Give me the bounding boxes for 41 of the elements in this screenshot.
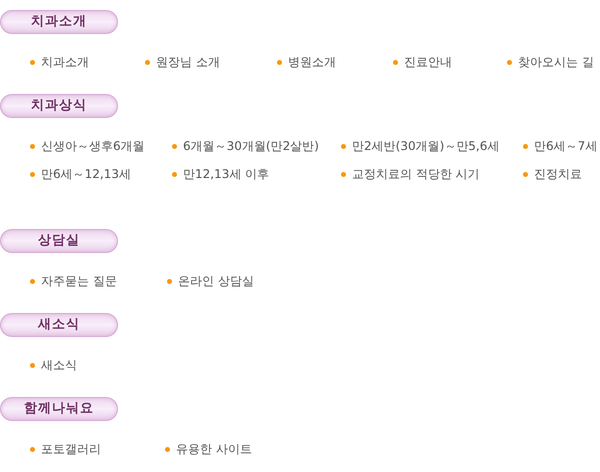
sitemap-link[interactable]: 치과소개 [41,53,89,71]
bullet-icon [30,144,35,148]
bullet-icon [30,362,35,368]
bullet-icon [172,144,177,148]
section-heading: 치과소개 [0,10,118,34]
section-heading: 함께나눠요 [0,397,118,421]
sitemap-link[interactable]: 교정치료의 적당한 시기 [352,165,480,183]
sitemap-link[interactable]: 진료안내 [404,53,452,71]
sitemap-link[interactable]: 찾아오시는 길 [518,53,594,71]
bullet-icon [341,144,346,148]
bullet-icon [523,172,528,176]
bullet-icon [30,278,35,284]
sitemap-link[interactable]: 만2세반(30개월)～만5,6세 [352,137,500,155]
sitemap-link[interactable]: 온라인 상담실 [178,272,254,290]
section-heading: 상담실 [0,229,118,253]
sitemap-link[interactable]: 새소식 [41,356,77,374]
bullet-icon [393,60,398,64]
bullet-icon [165,446,170,452]
bullet-icon [507,60,512,64]
bullet-icon [277,60,282,64]
sitemap-link[interactable]: 유용한 사이트 [176,440,252,458]
sitemap-link[interactable]: 만6세～7세 [534,137,598,155]
sitemap-link[interactable]: 만6세～12,13세 [41,165,131,183]
bullet-icon [30,60,35,64]
section-heading: 치과상식 [0,94,118,118]
sitemap-link[interactable]: 원장님 소개 [156,53,220,71]
bullet-icon [341,172,346,176]
bullet-icon [30,172,35,176]
sitemap-link[interactable]: 포토갤러리 [41,440,101,458]
sitemap-link[interactable]: 6개월～30개월(만2살반) [183,137,319,155]
bullet-icon [167,278,172,284]
bullet-icon [30,446,35,452]
section-heading: 새소식 [0,313,118,337]
sitemap-link[interactable]: 자주묻는 질문 [41,272,117,290]
bullet-icon [523,144,528,148]
sitemap-link[interactable]: 진정치료 [534,165,582,183]
bullet-icon [145,60,150,64]
bullet-icon [172,172,177,176]
sitemap-link[interactable]: 병원소개 [288,53,336,71]
sitemap-link[interactable]: 만12,13세 이후 [183,165,270,183]
sitemap-link[interactable]: 신생아～생후6개월 [41,137,145,155]
